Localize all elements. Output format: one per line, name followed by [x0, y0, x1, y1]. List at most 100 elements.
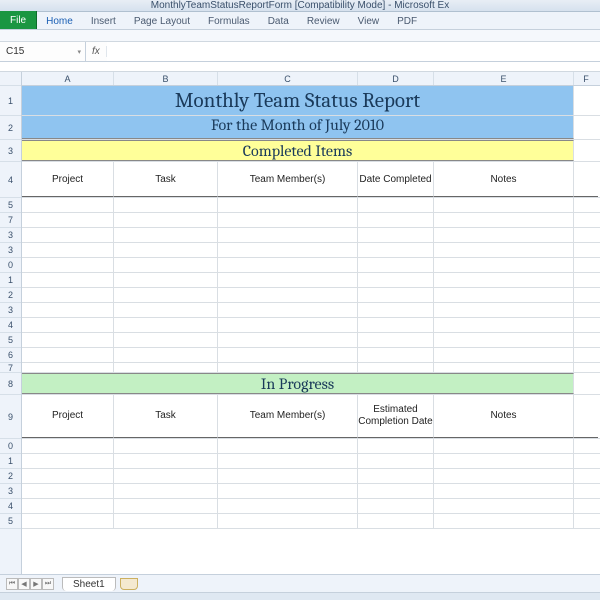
- tab-page-layout[interactable]: Page Layout: [125, 14, 199, 29]
- cell[interactable]: [114, 198, 218, 212]
- cell[interactable]: [218, 439, 358, 453]
- cell[interactable]: [22, 303, 114, 317]
- cell[interactable]: [574, 439, 598, 453]
- cell[interactable]: [358, 303, 434, 317]
- cell[interactable]: [22, 318, 114, 332]
- cell[interactable]: [358, 469, 434, 483]
- cell[interactable]: [218, 499, 358, 513]
- cell[interactable]: [114, 514, 218, 528]
- cell[interactable]: [114, 213, 218, 227]
- cell[interactable]: [574, 288, 598, 302]
- cell[interactable]: [218, 228, 358, 242]
- row-header[interactable]: 3: [0, 484, 21, 499]
- cell[interactable]: [574, 318, 598, 332]
- nav-next-icon[interactable]: ▶: [30, 578, 42, 590]
- col-header[interactable]: E: [434, 72, 574, 85]
- cell[interactable]: [358, 514, 434, 528]
- cell[interactable]: [358, 333, 434, 347]
- cell[interactable]: [22, 198, 114, 212]
- cell[interactable]: [434, 213, 574, 227]
- row-header[interactable]: 3: [0, 140, 21, 162]
- row-header[interactable]: 2: [0, 288, 21, 303]
- cell[interactable]: [574, 373, 598, 394]
- cell[interactable]: [114, 243, 218, 257]
- cell[interactable]: [574, 213, 598, 227]
- cell[interactable]: [574, 86, 598, 115]
- row-header[interactable]: 7: [0, 213, 21, 228]
- cell[interactable]: [574, 363, 598, 372]
- cell[interactable]: [114, 333, 218, 347]
- cell[interactable]: [22, 454, 114, 468]
- name-box[interactable]: C15: [0, 42, 86, 61]
- nav-first-icon[interactable]: ⏮: [6, 578, 18, 590]
- cell[interactable]: [358, 318, 434, 332]
- tab-view[interactable]: View: [349, 14, 389, 29]
- cell[interactable]: [434, 499, 574, 513]
- cell[interactable]: [574, 484, 598, 498]
- row-header[interactable]: 2: [0, 469, 21, 484]
- cell[interactable]: [574, 140, 598, 161]
- cell[interactable]: [218, 514, 358, 528]
- cell[interactable]: [22, 348, 114, 362]
- row-header[interactable]: 9: [0, 395, 21, 439]
- header-notes[interactable]: Notes: [434, 162, 574, 197]
- cell[interactable]: [114, 273, 218, 287]
- col-header[interactable]: B: [114, 72, 218, 85]
- cell[interactable]: [22, 469, 114, 483]
- cell[interactable]: [218, 318, 358, 332]
- cell[interactable]: [574, 198, 598, 212]
- cell[interactable]: [574, 273, 598, 287]
- row-header[interactable]: 8: [0, 373, 21, 395]
- tab-formulas[interactable]: Formulas: [199, 14, 259, 29]
- row-header[interactable]: 4: [0, 162, 21, 198]
- sheet-cells[interactable]: A B C D E F Monthly Team Status Report F…: [22, 72, 600, 574]
- cell[interactable]: [22, 213, 114, 227]
- report-title[interactable]: Monthly Team Status Report: [22, 86, 574, 115]
- cell[interactable]: [574, 162, 598, 197]
- cell[interactable]: [114, 303, 218, 317]
- row-header[interactable]: 1: [0, 454, 21, 469]
- cell[interactable]: [574, 514, 598, 528]
- cell[interactable]: [22, 333, 114, 347]
- row-header[interactable]: 0: [0, 258, 21, 273]
- selectall-corner[interactable]: [0, 72, 21, 86]
- cell[interactable]: [434, 484, 574, 498]
- row-header[interactable]: 1: [0, 273, 21, 288]
- header-date-completed[interactable]: Date Completed: [358, 162, 434, 197]
- cell[interactable]: [22, 439, 114, 453]
- cell[interactable]: [22, 514, 114, 528]
- row-header[interactable]: 5: [0, 333, 21, 348]
- cell[interactable]: [434, 303, 574, 317]
- cell[interactable]: [22, 228, 114, 242]
- header-team[interactable]: Team Member(s): [218, 395, 358, 438]
- cell[interactable]: [22, 288, 114, 302]
- cell[interactable]: [574, 395, 598, 438]
- cell[interactable]: [218, 363, 358, 372]
- cell[interactable]: [434, 243, 574, 257]
- cell[interactable]: [574, 243, 598, 257]
- cell[interactable]: [434, 363, 574, 372]
- header-team[interactable]: Team Member(s): [218, 162, 358, 197]
- cell[interactable]: [218, 454, 358, 468]
- cell[interactable]: [114, 288, 218, 302]
- section-in-progress[interactable]: In Progress: [22, 373, 574, 394]
- cell[interactable]: [434, 258, 574, 272]
- cell[interactable]: [434, 333, 574, 347]
- row-header[interactable]: 4: [0, 499, 21, 514]
- new-sheet-icon[interactable]: [120, 578, 138, 590]
- cell[interactable]: [218, 273, 358, 287]
- cell[interactable]: [574, 228, 598, 242]
- row-header[interactable]: 0: [0, 439, 21, 454]
- cell[interactable]: [358, 288, 434, 302]
- cell[interactable]: [218, 243, 358, 257]
- cell[interactable]: [358, 198, 434, 212]
- cell[interactable]: [22, 243, 114, 257]
- header-est-completion[interactable]: Estimated Completion Date: [358, 395, 434, 438]
- cell[interactable]: [218, 303, 358, 317]
- nav-prev-icon[interactable]: ◀: [18, 578, 30, 590]
- fx-icon[interactable]: fx: [86, 46, 107, 57]
- cell[interactable]: [574, 258, 598, 272]
- cell[interactable]: [218, 258, 358, 272]
- cell[interactable]: [114, 318, 218, 332]
- cell[interactable]: [358, 273, 434, 287]
